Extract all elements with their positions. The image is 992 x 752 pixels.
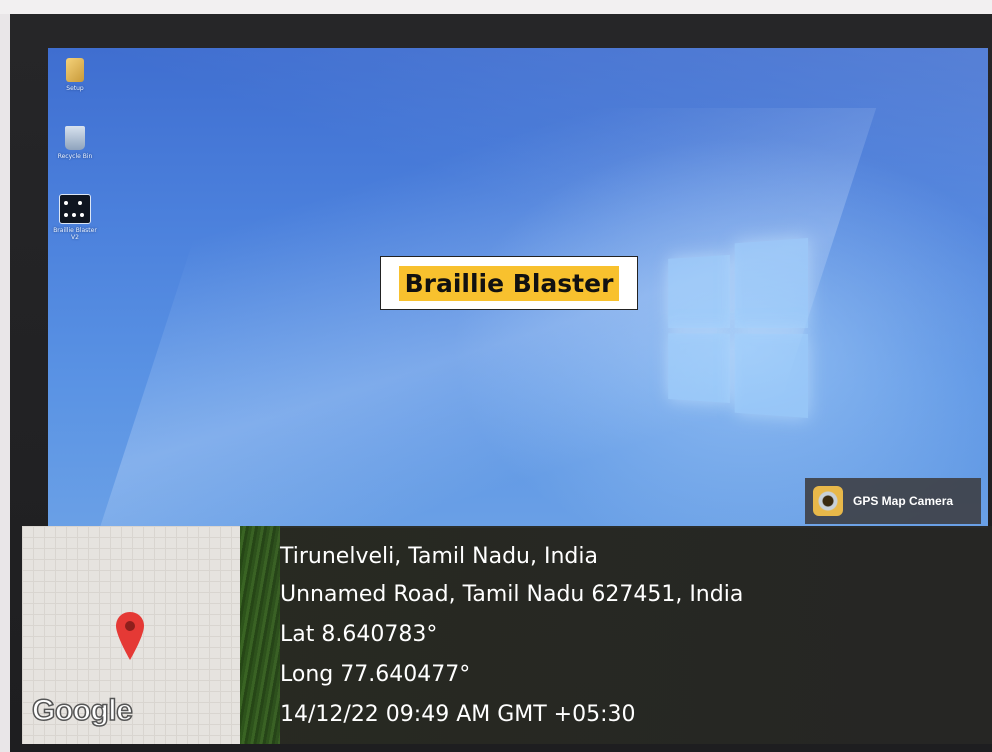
- location-address: Unnamed Road, Tamil Nadu 627451, India: [280, 582, 744, 607]
- desktop-icon-label: Recycle Bin: [57, 153, 93, 160]
- desktop-icon-setup[interactable]: Setup: [50, 58, 100, 92]
- desktop-icon-braillie-blaster[interactable]: Braillie Blaster V2: [50, 194, 100, 241]
- location-latitude: Lat 8.640783°: [280, 622, 438, 647]
- folder-icon: [66, 58, 84, 82]
- desktop-screen: Setup Recycle Bin Braillie Blaster V2 Br…: [48, 48, 988, 528]
- desktop-icon-label: Braillie Blaster V2: [53, 227, 97, 241]
- desktop-icon-recycle-bin[interactable]: Recycle Bin: [50, 126, 100, 160]
- app-shortcut-icon: [59, 194, 91, 224]
- map-brand-logo: Google: [31, 693, 133, 728]
- recycle-bin-icon: [65, 126, 85, 150]
- location-info-panel: Tirunelveli, Tamil Nadu, India Unnamed R…: [240, 526, 992, 744]
- gps-map-camera-badge: GPS Map Camera: [805, 478, 981, 524]
- desktop-icon-label: Setup: [66, 85, 84, 92]
- camera-lens-icon: [813, 486, 843, 516]
- app-title: Braillie Blaster: [398, 265, 620, 301]
- grass-texture: [240, 526, 280, 744]
- map-pin-icon: [116, 612, 144, 660]
- location-place: Tirunelveli, Tamil Nadu, India: [280, 544, 598, 569]
- app-title-box: Braillie Blaster: [380, 256, 638, 310]
- photo-background-left: [0, 14, 10, 752]
- map-thumbnail: Google: [22, 526, 240, 744]
- windows-logo-icon: [668, 238, 808, 418]
- gps-badge-label: GPS Map Camera: [853, 494, 954, 508]
- photo-background-top: [0, 0, 992, 14]
- location-longitude: Long 77.640477°: [280, 662, 471, 687]
- location-datetime: 14/12/22 09:49 AM GMT +05:30: [280, 702, 636, 727]
